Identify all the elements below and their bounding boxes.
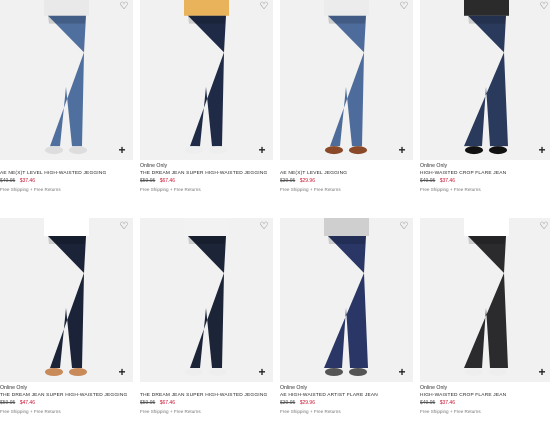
- price-row: $59.95 $47.46: [0, 399, 133, 408]
- price-row: $59.95 $67.46: [140, 177, 273, 186]
- product-image[interactable]: ♡ +: [140, 0, 273, 160]
- product-name[interactable]: The Dream Jean Super High-Waisted Jeggin…: [140, 392, 273, 399]
- product-image[interactable]: ♡ +: [420, 218, 550, 382]
- product-info: Online Only High-Waisted Crop Flare Jean…: [420, 160, 550, 193]
- original-price: $39.95: [280, 178, 296, 184]
- original-price: $59.95: [140, 178, 156, 184]
- product-image[interactable]: ♡ +: [140, 218, 273, 382]
- original-price: $49.95: [0, 178, 16, 184]
- product-image[interactable]: ♡ +: [0, 218, 133, 382]
- product-card[interactable]: ♡ + Online Only The Dream Jean Super Hig…: [140, 0, 273, 193]
- online-only-badge: Online Only: [420, 385, 448, 391]
- shipping-note: Free Shipping + Free Returns: [280, 187, 341, 192]
- product-image[interactable]: ♡ +: [0, 0, 133, 160]
- online-only-badge: Online Only: [280, 385, 308, 391]
- sale-price: $29.96: [299, 178, 315, 184]
- price-row: $59.95 $67.46: [140, 399, 273, 408]
- shipping-note: Free Shipping + Free Returns: [280, 409, 341, 414]
- online-only-badge: Online Only: [0, 385, 28, 391]
- product-info: Online Only AE High-Waisted Artist Flare…: [280, 382, 413, 415]
- product-name[interactable]: AE Ne(x)t Level High-Waisted Jegging: [0, 170, 133, 177]
- original-price: $49.95: [420, 178, 436, 184]
- product-card[interactable]: ♡ + Online Only High-Waisted Crop Flare …: [420, 218, 550, 415]
- shipping-note: Free Shipping + Free Returns: [420, 187, 481, 192]
- product-image[interactable]: ♡ +: [420, 0, 550, 160]
- product-info: Online Only The Dream Jean Super High-Wa…: [0, 382, 133, 415]
- shipping-note: Free Shipping + Free Returns: [0, 187, 61, 192]
- shipping-note: Free Shipping + Free Returns: [420, 409, 481, 414]
- online-only-badge: [0, 162, 133, 170]
- heart-outline-icon[interactable]: ♡: [539, 222, 549, 232]
- price-row: $49.95 $37.46: [0, 177, 133, 186]
- online-only-badge: Online Only: [140, 163, 168, 169]
- heart-outline-icon[interactable]: ♡: [539, 2, 549, 12]
- plus-icon[interactable]: +: [397, 144, 407, 156]
- plus-icon[interactable]: +: [117, 144, 127, 156]
- heart-outline-icon[interactable]: ♡: [119, 222, 129, 232]
- sale-price: $37.46: [439, 400, 455, 406]
- sale-price: $67.46: [159, 400, 175, 406]
- plus-icon[interactable]: +: [117, 366, 127, 378]
- plus-icon[interactable]: +: [257, 366, 267, 378]
- plus-icon[interactable]: +: [537, 144, 547, 156]
- price-row: $39.95 $29.96: [280, 177, 413, 186]
- price-row: $49.95 $37.46: [420, 399, 550, 408]
- product-name[interactable]: High-Waisted Crop Flare Jean: [420, 170, 550, 177]
- sale-price: $37.46: [19, 178, 35, 184]
- product-info: Online Only High-Waisted Crop Flare Jean…: [420, 382, 550, 415]
- plus-icon[interactable]: +: [397, 366, 407, 378]
- original-price: $39.95: [280, 400, 296, 406]
- product-image[interactable]: ♡ +: [280, 218, 413, 382]
- price-row: $39.95 $29.96: [280, 399, 413, 408]
- sale-price: $29.96: [299, 400, 315, 406]
- product-image[interactable]: ♡ +: [280, 0, 413, 160]
- product-card[interactable]: ♡ + The Dream Jean Super High-Waisted Je…: [140, 218, 273, 415]
- shipping-note: Free Shipping + Free Returns: [0, 409, 61, 414]
- heart-outline-icon[interactable]: ♡: [259, 2, 269, 12]
- product-info: AE Ne(x)t Level High-Waisted Jegging $49…: [0, 160, 133, 193]
- product-name[interactable]: High-Waisted Crop Flare Jean: [420, 392, 550, 399]
- product-card[interactable]: ♡ + Online Only High-Waisted Crop Flare …: [420, 0, 550, 193]
- product-name[interactable]: AE High-Waisted Artist Flare Jean: [280, 392, 413, 399]
- product-name[interactable]: The Dream Jean Super High-Waisted Jeggin…: [0, 392, 133, 399]
- heart-outline-icon[interactable]: ♡: [399, 222, 409, 232]
- sale-price: $37.46: [439, 178, 455, 184]
- product-info: The Dream Jean Super High-Waisted Jeggin…: [140, 382, 273, 415]
- original-price: $59.95: [0, 400, 16, 406]
- heart-outline-icon[interactable]: ♡: [399, 2, 409, 12]
- sale-price: $67.46: [159, 178, 175, 184]
- product-card[interactable]: ♡ + AE Ne(x)t Level High-Waisted Jegging…: [0, 0, 133, 193]
- online-only-badge: [140, 384, 273, 392]
- sale-price: $47.46: [19, 400, 35, 406]
- original-price: $59.95: [140, 400, 156, 406]
- product-card[interactable]: ♡ + Online Only AE High-Waisted Artist F…: [280, 218, 413, 415]
- heart-outline-icon[interactable]: ♡: [119, 2, 129, 12]
- online-only-badge: Online Only: [420, 163, 448, 169]
- online-only-badge: [280, 162, 413, 170]
- product-card[interactable]: ♡ + AE Ne(x)t Level Jegging $39.95 $29.9…: [280, 0, 413, 193]
- shipping-note: Free Shipping + Free Returns: [140, 187, 201, 192]
- shipping-note: Free Shipping + Free Returns: [140, 409, 201, 414]
- original-price: $49.95: [420, 400, 436, 406]
- product-card[interactable]: ♡ + Online Only The Dream Jean Super Hig…: [0, 218, 133, 415]
- plus-icon[interactable]: +: [257, 144, 267, 156]
- price-row: $49.95 $37.46: [420, 177, 550, 186]
- heart-outline-icon[interactable]: ♡: [259, 222, 269, 232]
- plus-icon[interactable]: +: [537, 366, 547, 378]
- product-info: Online Only The Dream Jean Super High-Wa…: [140, 160, 273, 193]
- product-name[interactable]: The Dream Jean Super High-Waisted Jeggin…: [140, 170, 273, 177]
- product-info: AE Ne(x)t Level Jegging $39.95 $29.96 Fr…: [280, 160, 413, 193]
- product-name[interactable]: AE Ne(x)t Level Jegging: [280, 170, 413, 177]
